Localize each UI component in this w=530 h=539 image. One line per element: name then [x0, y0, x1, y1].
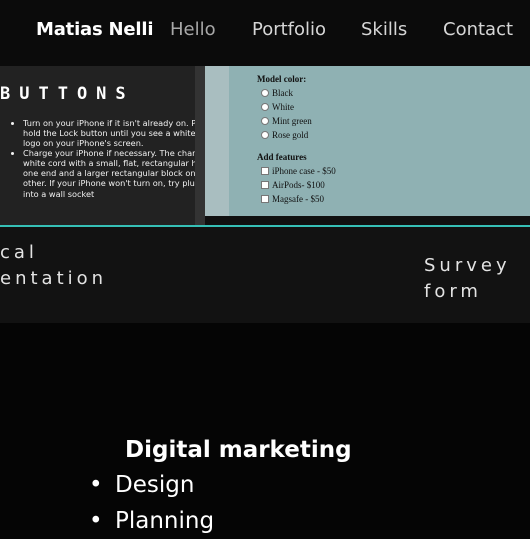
preview-bottom-bar	[205, 216, 530, 225]
feature-option-magsafe[interactable]: Magsafe - $50	[257, 192, 336, 206]
feature-option-iphone-case[interactable]: iPhone case - $50	[257, 164, 336, 178]
site-brand[interactable]: Matias Nelli	[36, 19, 154, 40]
feature-option-airpods[interactable]: AirPods- $100	[257, 178, 336, 192]
skills-list: Design Planning	[89, 467, 214, 539]
top-navigation: Matias Nelli Hello Portfolio Skills Cont…	[0, 0, 530, 66]
skills-title: Digital marketing	[125, 437, 352, 463]
project-heading: BUTTONS	[0, 84, 135, 104]
color-option-rose-gold[interactable]: Rose gold	[257, 128, 336, 142]
instruction-item: Charge your iPhone if necessary. The cha…	[23, 148, 203, 198]
color-option-mint-green[interactable]: Mint green	[257, 114, 336, 128]
project-caption-survey-form[interactable]: Survey form	[424, 253, 511, 305]
nav-link-portfolio[interactable]: Portfolio	[252, 19, 326, 40]
nav-link-hello[interactable]: Hello	[170, 19, 216, 40]
skill-item: Design	[89, 467, 214, 503]
color-option-white[interactable]: White	[257, 100, 336, 114]
instruction-list: Turn on your iPhone if it isn't already …	[0, 118, 203, 199]
instruction-item: Turn on your iPhone if it isn't already …	[23, 118, 203, 148]
skill-item: Planning	[89, 503, 214, 539]
features-label: Add features	[257, 152, 307, 162]
skills-section	[0, 323, 530, 530]
nav-link-contact[interactable]: Contact	[443, 19, 513, 40]
preview-divider	[195, 66, 205, 227]
buttons-project-preview[interactable]: BUTTONS Turn on your iPhone if it isn't …	[0, 66, 203, 227]
project-caption-technical-documentation[interactable]: cal entation	[0, 240, 107, 292]
color-option-black[interactable]: Black	[257, 86, 336, 100]
survey-form-content: Model color: Black White Mint green Rose…	[257, 72, 336, 206]
model-color-label: Model color:	[257, 74, 307, 84]
nav-link-skills[interactable]: Skills	[361, 19, 407, 40]
accent-line	[0, 225, 530, 227]
